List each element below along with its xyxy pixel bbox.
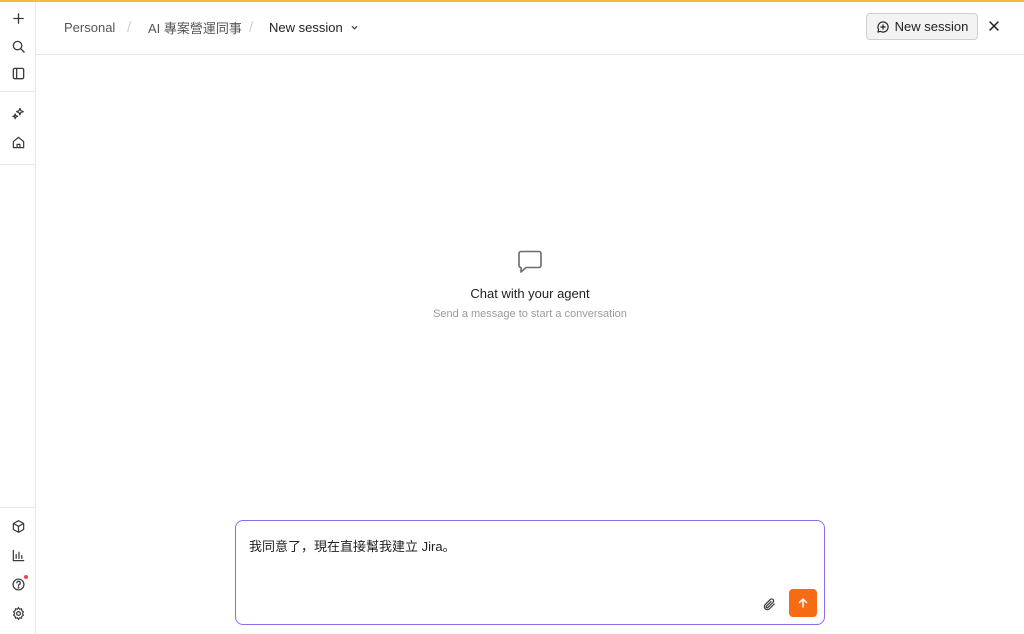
new-item-button[interactable] bbox=[6, 6, 30, 30]
breadcrumb-project[interactable]: AI 專案營運同事 bbox=[148, 2, 242, 52]
notification-dot bbox=[24, 575, 28, 579]
plus-icon bbox=[12, 12, 24, 24]
home-icon bbox=[12, 136, 24, 148]
header: Personal / AI 專案營運同事 / New session New s… bbox=[36, 2, 1024, 55]
breadcrumb-separator: / bbox=[249, 18, 254, 36]
sidebar-panel-icon bbox=[12, 67, 24, 79]
search-button[interactable] bbox=[6, 34, 30, 58]
chat-bubble-icon bbox=[518, 250, 542, 273]
sidebar-divider bbox=[0, 164, 35, 165]
breadcrumb-separator: / bbox=[127, 18, 132, 36]
paperclip-icon bbox=[763, 597, 775, 610]
analytics-button[interactable] bbox=[6, 543, 30, 567]
sidebar bbox=[0, 2, 36, 634]
message-input[interactable]: 我同意了，現在直接幫我建立 Jira。 bbox=[249, 536, 456, 555]
plus-chat-icon bbox=[876, 20, 889, 33]
help-button[interactable] bbox=[6, 572, 30, 596]
sidebar-divider bbox=[0, 507, 35, 508]
close-icon bbox=[989, 21, 999, 31]
close-button[interactable] bbox=[984, 16, 1004, 36]
new-session-label: New session bbox=[894, 19, 969, 34]
toggle-sidebar-button[interactable] bbox=[6, 61, 30, 85]
settings-icon bbox=[12, 606, 24, 620]
arrow-up-icon bbox=[798, 598, 808, 608]
message-composer[interactable]: 我同意了，現在直接幫我建立 Jira。 bbox=[235, 520, 825, 625]
search-icon bbox=[12, 40, 25, 53]
empty-state-subtitle: Send a message to start a conversation bbox=[433, 308, 627, 320]
home-button[interactable] bbox=[6, 130, 30, 154]
help-icon bbox=[11, 577, 25, 591]
sparkles-icon bbox=[11, 107, 24, 119]
sidebar-divider bbox=[0, 91, 35, 92]
session-selector-label: New session bbox=[269, 19, 343, 35]
breadcrumb-personal[interactable]: Personal bbox=[64, 2, 115, 52]
empty-state-title: Chat with your agent bbox=[470, 286, 590, 301]
package-icon bbox=[12, 519, 24, 533]
packages-button[interactable] bbox=[6, 514, 30, 538]
settings-button[interactable] bbox=[6, 601, 30, 625]
agents-button[interactable] bbox=[6, 101, 30, 125]
empty-state: Chat with your agent Send a message to s… bbox=[380, 248, 680, 320]
session-selector[interactable]: New session bbox=[269, 2, 359, 52]
bar-chart-icon bbox=[12, 549, 24, 561]
send-button[interactable] bbox=[789, 589, 817, 617]
new-session-button[interactable]: New session bbox=[866, 13, 978, 40]
attach-button[interactable] bbox=[759, 593, 779, 615]
chevron-down-icon bbox=[350, 23, 359, 32]
